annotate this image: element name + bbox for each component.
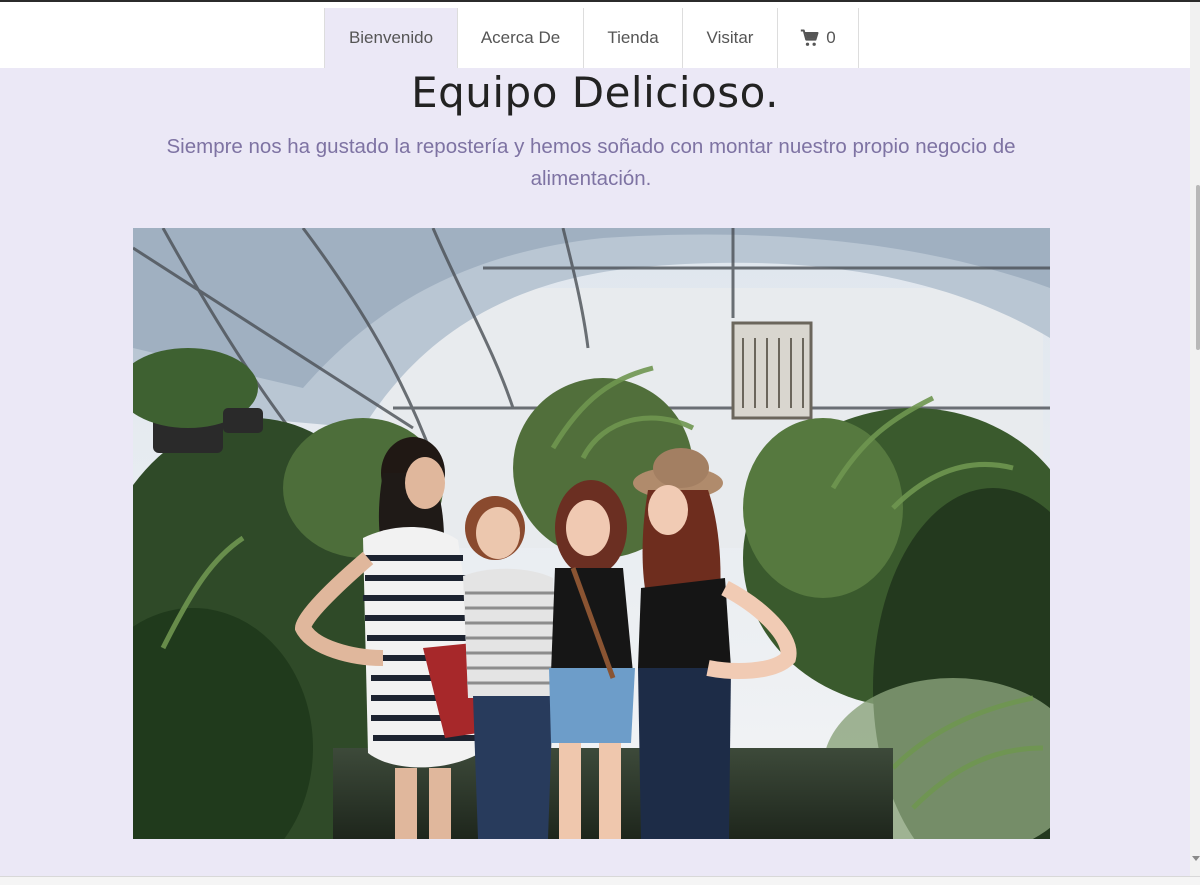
cart-count: 0 (826, 28, 836, 47)
cart-button[interactable]: 0 (778, 8, 859, 68)
shopping-cart-icon (801, 29, 819, 46)
nav-item-visitar[interactable]: Visitar (683, 8, 778, 68)
main-content: Equipo Delicioso. Siempre nos ha gustado… (0, 68, 1190, 876)
nav-menu: Bienvenido Acerca De Tienda Visitar 0 (324, 8, 859, 68)
nav-item-label: Visitar (706, 28, 754, 47)
page-title: Equipo Delicioso. (411, 68, 779, 117)
team-photo (133, 228, 1050, 839)
scroll-down-arrow-icon[interactable] (1192, 856, 1200, 861)
nav-item-bienvenido[interactable]: Bienvenido (325, 8, 458, 68)
nav-item-tienda[interactable]: Tienda (584, 8, 683, 68)
nav-item-acerca-de[interactable]: Acerca De (458, 8, 584, 68)
scrollbar-thumb[interactable] (1196, 185, 1200, 350)
nav-item-label: Tienda (607, 28, 659, 47)
nav-item-label: Acerca De (480, 28, 561, 47)
top-navbar: Bienvenido Acerca De Tienda Visitar 0 (0, 2, 1190, 69)
nav-item-label: Bienvenido (348, 28, 434, 47)
scrollbar-track[interactable] (1190, 2, 1200, 876)
lead-text: Siempre nos ha gustado la repostería y h… (166, 135, 1016, 190)
